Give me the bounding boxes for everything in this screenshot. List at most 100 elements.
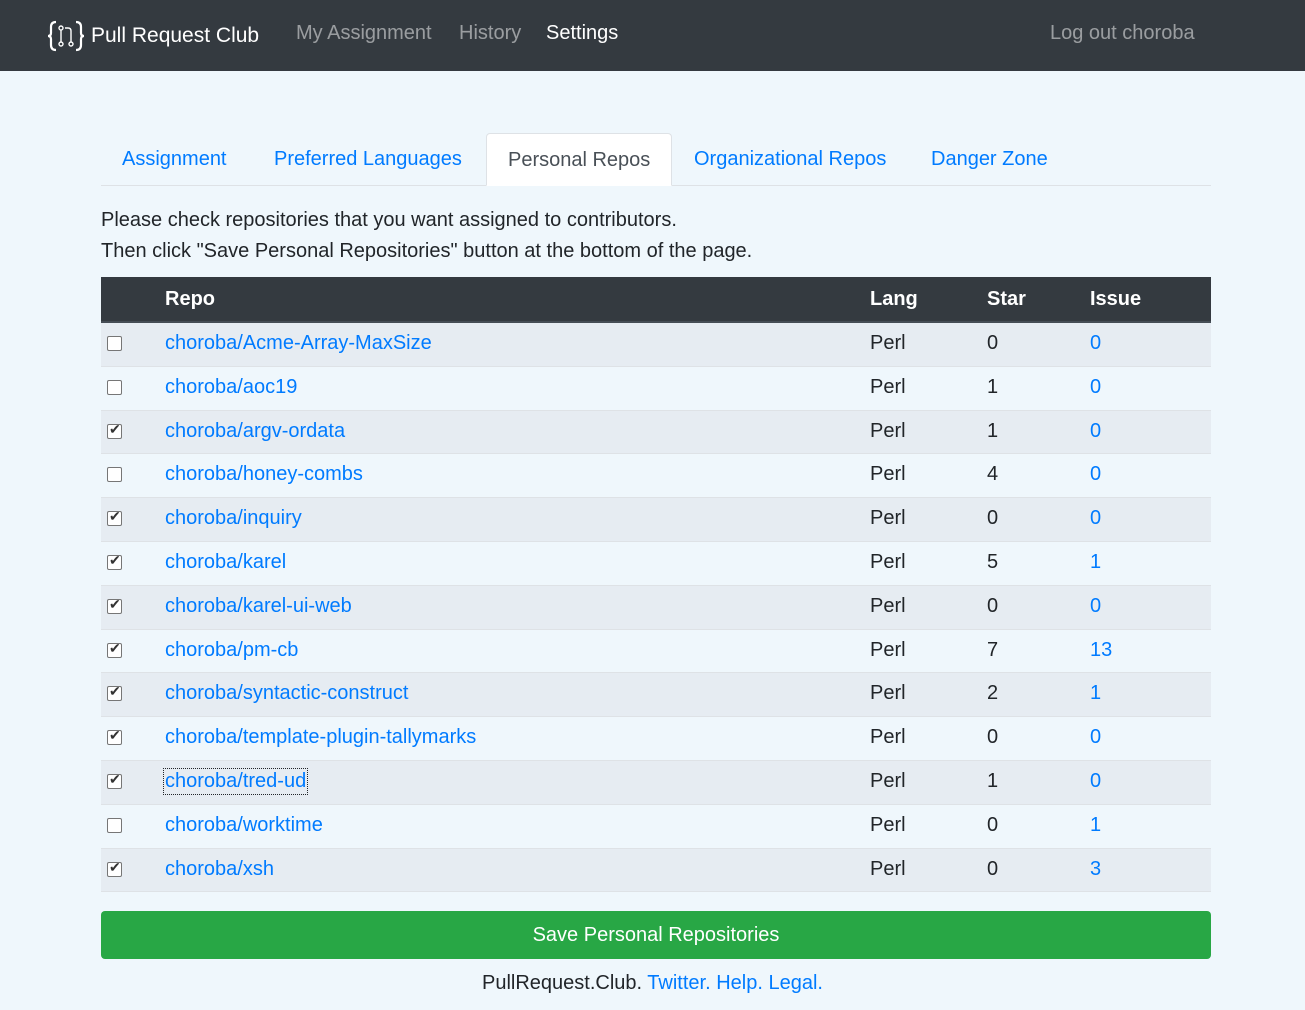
repo-stars: 0 (987, 857, 999, 880)
repo-stars: 0 (987, 726, 999, 749)
table-row: choroba/template-plugin-tallymarks Perl 0 0 (101, 717, 1211, 761)
repo-checkbox[interactable] (107, 727, 122, 746)
footer-twitter-link[interactable]: Twitter. (647, 972, 710, 994)
repo-checkbox[interactable] (107, 859, 122, 877)
repo-issues-link[interactable]: 3 (1090, 858, 1101, 881)
repo-stars: 7 (987, 638, 999, 661)
header-star: Star (987, 288, 1026, 310)
repo-issues-link[interactable]: 0 (1090, 463, 1101, 486)
repo-checkbox[interactable] (107, 336, 122, 351)
repo-link[interactable]: choroba/xsh (165, 858, 274, 881)
repo-lang: Perl (870, 769, 906, 792)
table-row: choroba/aoc19 Perl 1 0 (101, 366, 1211, 411)
footer-help-link[interactable]: Help. (716, 972, 763, 994)
repo-lang: Perl (870, 726, 906, 749)
repo-link[interactable]: choroba/inquiry (165, 507, 302, 530)
table-row: choroba/syntactic-construct Perl 2 1 (101, 673, 1211, 718)
table-body: choroba/Acme-Array-MaxSize Perl 0 0 choroba/… (101, 323, 1211, 893)
repo-issues-link[interactable]: 0 (1090, 726, 1101, 749)
repo-issues-link[interactable]: 13 (1090, 639, 1112, 662)
nav-my-assignment[interactable]: My Assignment (296, 22, 432, 45)
repo-checkbox[interactable] (107, 640, 122, 658)
repo-issues-link[interactable]: 0 (1090, 595, 1101, 618)
repo-issues-link[interactable]: 0 (1090, 376, 1101, 399)
repo-stars: 5 (987, 550, 999, 573)
footer: PullRequest.Club. Twitter. Help. Legal. (0, 972, 1305, 995)
repo-link[interactable]: choroba/template-plugin-tallymarks (165, 726, 476, 749)
tab-organizational-repos[interactable]: Organizational Repos (673, 133, 907, 186)
tab-personal-repos[interactable]: Personal Repos (486, 133, 673, 186)
table-row: choroba/honey-combs Perl 4 0 (101, 454, 1211, 499)
repo-lang: Perl (870, 857, 906, 880)
table-row: choroba/karel Perl 5 1 (101, 541, 1211, 586)
table-row: choroba/xsh Perl 0 3 (101, 848, 1211, 893)
brand-name: Pull Request Club (91, 24, 260, 47)
repo-link[interactable]: choroba/aoc19 (165, 376, 297, 399)
repo-checkbox[interactable] (107, 596, 122, 614)
table-row: choroba/tred-ud Perl 1 0 (101, 760, 1211, 805)
repo-lang: Perl (870, 550, 906, 573)
repo-stars: 1 (987, 375, 999, 398)
repo-issues-link[interactable]: 1 (1090, 682, 1101, 705)
repo-link[interactable]: choroba/karel (165, 551, 286, 574)
repo-link[interactable]: choroba/Acme-Array-MaxSize (165, 332, 432, 355)
table-row: choroba/karel-ui-web Perl 0 0 (101, 585, 1211, 630)
repo-checkbox[interactable] (107, 552, 122, 570)
settings-tabs: Assignment Preferred Languages Personal … (101, 133, 1211, 186)
repo-issues-link[interactable]: 0 (1090, 507, 1101, 530)
repo-checkbox[interactable] (107, 379, 122, 395)
repo-lang: Perl (870, 507, 906, 530)
header-issue: Issue (1090, 288, 1142, 310)
navbar: Pull Request Club My Assignment History … (0, 0, 1305, 71)
table-row: choroba/inquiry Perl 0 0 (101, 498, 1211, 542)
repo-checkbox[interactable] (107, 817, 122, 833)
repo-stars: 1 (987, 419, 999, 442)
pull-request-logo-icon (47, 20, 85, 52)
repo-link[interactable]: choroba/syntactic-construct (165, 682, 408, 705)
repo-lang: Perl (870, 638, 906, 661)
header-repo: Repo (165, 288, 215, 310)
repo-checkbox[interactable] (107, 508, 122, 527)
repo-link[interactable]: choroba/honey-combs (165, 463, 363, 486)
tab-preferred-languages[interactable]: Preferred Languages (253, 133, 483, 186)
repo-link[interactable]: choroba/karel-ui-web (165, 595, 352, 618)
repo-checkbox[interactable] (107, 771, 122, 789)
repo-lang: Perl (870, 419, 906, 442)
header-lang: Lang (870, 288, 918, 310)
repo-checkbox[interactable] (107, 421, 122, 439)
repo-checkbox[interactable] (107, 467, 122, 483)
repo-link[interactable]: choroba/worktime (165, 814, 323, 837)
tab-danger-zone[interactable]: Danger Zone (910, 133, 1069, 186)
table-row: choroba/Acme-Array-MaxSize Perl 0 0 (101, 323, 1211, 367)
repo-stars: 0 (987, 594, 999, 617)
repo-lang: Perl (870, 594, 906, 617)
repo-stars: 0 (987, 332, 999, 354)
repo-lang: Perl (870, 375, 906, 398)
repo-link[interactable]: choroba/argv-ordata (165, 420, 345, 443)
repo-stars: 4 (987, 463, 999, 486)
repo-lang: Perl (870, 682, 906, 705)
repo-lang: Perl (870, 463, 906, 486)
logout-link[interactable]: Log out choroba (1050, 22, 1195, 45)
repo-lang: Perl (870, 813, 906, 836)
repo-issues-link[interactable]: 1 (1090, 814, 1101, 837)
footer-legal-link[interactable]: Legal. (768, 972, 823, 994)
repo-stars: 0 (987, 813, 999, 836)
nav-history[interactable]: History (459, 22, 521, 45)
table-row: choroba/argv-ordata Perl 1 0 (101, 410, 1211, 455)
repo-issues-link[interactable]: 0 (1090, 332, 1101, 355)
brand[interactable]: Pull Request Club (47, 19, 259, 53)
table-row: choroba/worktime Perl 0 1 (101, 804, 1211, 849)
repo-issues-link[interactable]: 1 (1090, 551, 1101, 574)
repo-link[interactable]: choroba/tred-ud (162, 767, 309, 795)
tab-assignment[interactable]: Assignment (101, 133, 248, 186)
repo-stars: 0 (987, 507, 999, 530)
nav-settings[interactable]: Settings (546, 22, 618, 45)
repo-link[interactable]: choroba/pm-cb (165, 639, 298, 662)
repo-checkbox[interactable] (107, 683, 122, 702)
repos-table: Repo Lang Star Issue choroba/Acme-Array-… (101, 277, 1211, 893)
repo-issues-link[interactable]: 0 (1090, 420, 1101, 443)
repo-issues-link[interactable]: 0 (1090, 770, 1101, 793)
save-personal-repos-button[interactable]: Save Personal Repositories (101, 911, 1211, 959)
intro-line-1: Please check repositories that you want … (101, 209, 677, 231)
